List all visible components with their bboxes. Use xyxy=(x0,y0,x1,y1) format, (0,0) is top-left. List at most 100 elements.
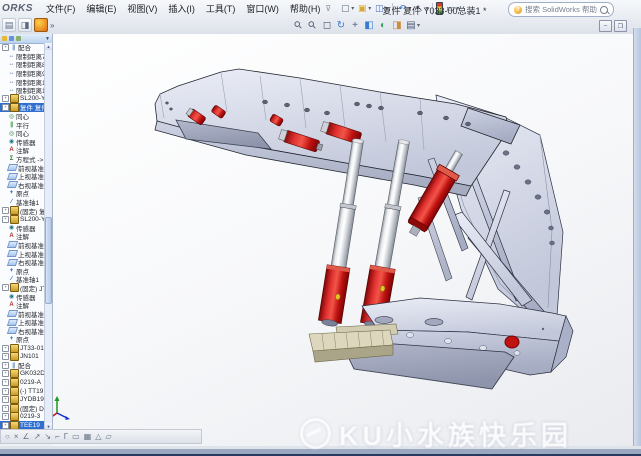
expand-icon[interactable]: + xyxy=(2,284,9,291)
menu-item[interactable]: 工具(T) xyxy=(205,2,237,15)
mate-glyph: ◨ xyxy=(21,20,30,31)
pan-view-button[interactable]: + xyxy=(349,19,361,31)
mate-button[interactable]: ◨ xyxy=(18,18,32,32)
rotate-view-icon: ↻ xyxy=(335,19,347,31)
arrow-ne-icon[interactable]: ↗ xyxy=(34,430,41,443)
expand-icon[interactable]: + xyxy=(2,413,9,420)
help-search-box[interactable]: ? 搜索 SolidWorks 帮助 xyxy=(508,2,614,17)
menu-pin-icon[interactable]: ⊽ xyxy=(325,4,331,13)
scrollbar-thumb[interactable] xyxy=(45,217,52,304)
restore-document-button[interactable]: ❒ xyxy=(614,20,627,32)
menu-item[interactable]: 视图(V) xyxy=(126,2,158,15)
circle-icon[interactable]: ○ xyxy=(5,430,10,443)
tree-item-label: (固定) 复件 xyxy=(20,206,45,216)
zoom-to-area-icon: ◻ xyxy=(321,19,333,31)
section-view-button[interactable]: ◨ xyxy=(391,19,403,31)
featuremanager-tab-icon[interactable] xyxy=(2,36,7,41)
view-orientation-glyph: ▤ xyxy=(406,20,415,31)
propertymanager-tab-icon[interactable] xyxy=(9,36,14,41)
menu-item[interactable]: 文件(F) xyxy=(45,2,77,15)
mate-concentric-icon: ◎ xyxy=(8,130,15,137)
tree-item[interactable]: +0219-3 xyxy=(0,413,45,422)
profile-icon[interactable]: Γ xyxy=(64,430,68,443)
expand-icon[interactable]: + xyxy=(2,207,9,214)
expand-icon[interactable]: + xyxy=(2,345,9,352)
tree-item-label: 限制距离11 xyxy=(16,85,45,95)
parallelogram-icon[interactable]: ▱ xyxy=(105,430,111,443)
tree-item[interactable]: +(-) TT19 xyxy=(0,387,45,396)
toolbar-overflow-icon[interactable]: » xyxy=(50,21,54,30)
solidworks-window: ORKS 文件(F) 编辑(E) 视图(V) 插入(I) 工具(T) 窗口(W) 帮助(H)… xyxy=(0,0,641,456)
tree-item[interactable]: ↔限制距离11 xyxy=(0,86,45,95)
expand-icon[interactable]: + xyxy=(2,95,9,102)
arrow-se-icon[interactable]: ↘ xyxy=(44,430,51,443)
window-right-border xyxy=(633,28,641,456)
zoom-in-out-icon: ⚲ xyxy=(293,19,305,31)
tree-item-label: 0219-3 xyxy=(20,413,40,420)
expand-icon[interactable]: + xyxy=(2,44,9,51)
corner-icon[interactable]: ⌐ xyxy=(55,430,60,443)
rotate-view-button[interactable]: ↻ xyxy=(335,19,347,31)
mates-folder-icon: ∥ xyxy=(10,44,17,51)
panel-dropdown-icon[interactable]: ▼ xyxy=(45,36,50,42)
help-sphere-button[interactable] xyxy=(34,18,48,32)
tree-item-label: (固定) D19 xyxy=(20,403,45,413)
zoom-in-out-button[interactable]: ⚲ xyxy=(293,19,305,31)
menu-item[interactable]: 帮助(H) xyxy=(289,2,322,15)
view-orientation-button[interactable]: ▤▾ xyxy=(405,19,421,31)
expand-icon[interactable]: + xyxy=(2,388,9,395)
triangle-icon[interactable]: △ xyxy=(95,430,101,443)
search-icon[interactable] xyxy=(600,6,608,14)
menu-item[interactable]: 插入(I) xyxy=(167,2,196,15)
section-view-icon: ◨ xyxy=(391,19,403,31)
expand-icon[interactable]: + xyxy=(2,422,9,429)
expand-icon[interactable]: + xyxy=(2,104,9,111)
tree-item-label: 配合 xyxy=(18,360,31,370)
tree-item[interactable]: +JT33-01 xyxy=(0,344,45,353)
origin-icon: + xyxy=(8,336,15,343)
scroll-up-icon[interactable]: ▲ xyxy=(45,43,52,50)
tree-item[interactable]: +∥配合 xyxy=(0,361,45,370)
orientation-triad xyxy=(53,396,70,422)
section-view-glyph: ◨ xyxy=(392,20,401,31)
angle-icon[interactable]: ∠ xyxy=(23,430,30,443)
tree-item[interactable]: +GK032D xyxy=(0,370,45,379)
zoom-to-area-glyph: ◻ xyxy=(323,20,331,31)
annotations-icon: A xyxy=(8,233,15,240)
insert-components-button[interactable]: ▤ xyxy=(2,18,16,32)
cross-icon[interactable]: × xyxy=(14,430,19,443)
expand-icon[interactable]: + xyxy=(2,216,9,223)
tree-item[interactable]: +原点 xyxy=(0,335,45,344)
expand-icon[interactable]: + xyxy=(2,379,9,386)
model-viewport[interactable] xyxy=(53,34,634,446)
rectangle-icon[interactable]: ▭ xyxy=(72,430,80,443)
help-sphere-icon xyxy=(34,18,48,32)
sensors-icon: ◉ xyxy=(8,293,15,300)
plane-icon xyxy=(7,310,18,317)
expand-icon[interactable]: + xyxy=(2,353,9,360)
sensors-icon: ◉ xyxy=(8,138,15,145)
menu-item[interactable]: 窗口(W) xyxy=(245,2,280,15)
zoom-to-fit-button[interactable]: ⚲ xyxy=(307,19,319,31)
zoom-to-area-button[interactable]: ◻ xyxy=(321,19,333,31)
expand-icon[interactable]: + xyxy=(2,370,9,377)
minimize-document-button[interactable]: – xyxy=(599,20,612,32)
tree-scrollbar[interactable]: ▲ ▼ xyxy=(44,43,52,430)
tree-item[interactable]: +0219-A xyxy=(0,378,45,387)
tree-item[interactable]: + (固定) 复件 xyxy=(0,206,45,215)
tree-item[interactable]: + (固定) D19 xyxy=(0,404,45,413)
menu-item[interactable]: 编辑(E) xyxy=(85,2,117,15)
dropdown-caret-icon[interactable]: ▾ xyxy=(417,22,420,29)
configuration-tab-icon[interactable] xyxy=(16,36,21,41)
expand-icon[interactable]: + xyxy=(2,396,9,403)
expand-icon[interactable]: + xyxy=(2,362,9,369)
assembly-toolbar: ▤ ◨ » xyxy=(2,18,54,32)
apply-scene-button[interactable]: ◐ xyxy=(377,19,389,31)
search-placeholder-text: 搜索 SolidWorks 帮助 xyxy=(525,4,597,15)
app-logo-fragment: ORKS xyxy=(2,3,33,14)
expand-icon[interactable]: + xyxy=(2,405,9,412)
grid-icon[interactable]: ▦ xyxy=(84,430,92,443)
shaded-with-edges-button[interactable]: ◧ xyxy=(363,19,375,31)
apply-scene-glyph: ◐ xyxy=(380,20,386,31)
view-orientation-icon: ▤ xyxy=(405,19,417,31)
